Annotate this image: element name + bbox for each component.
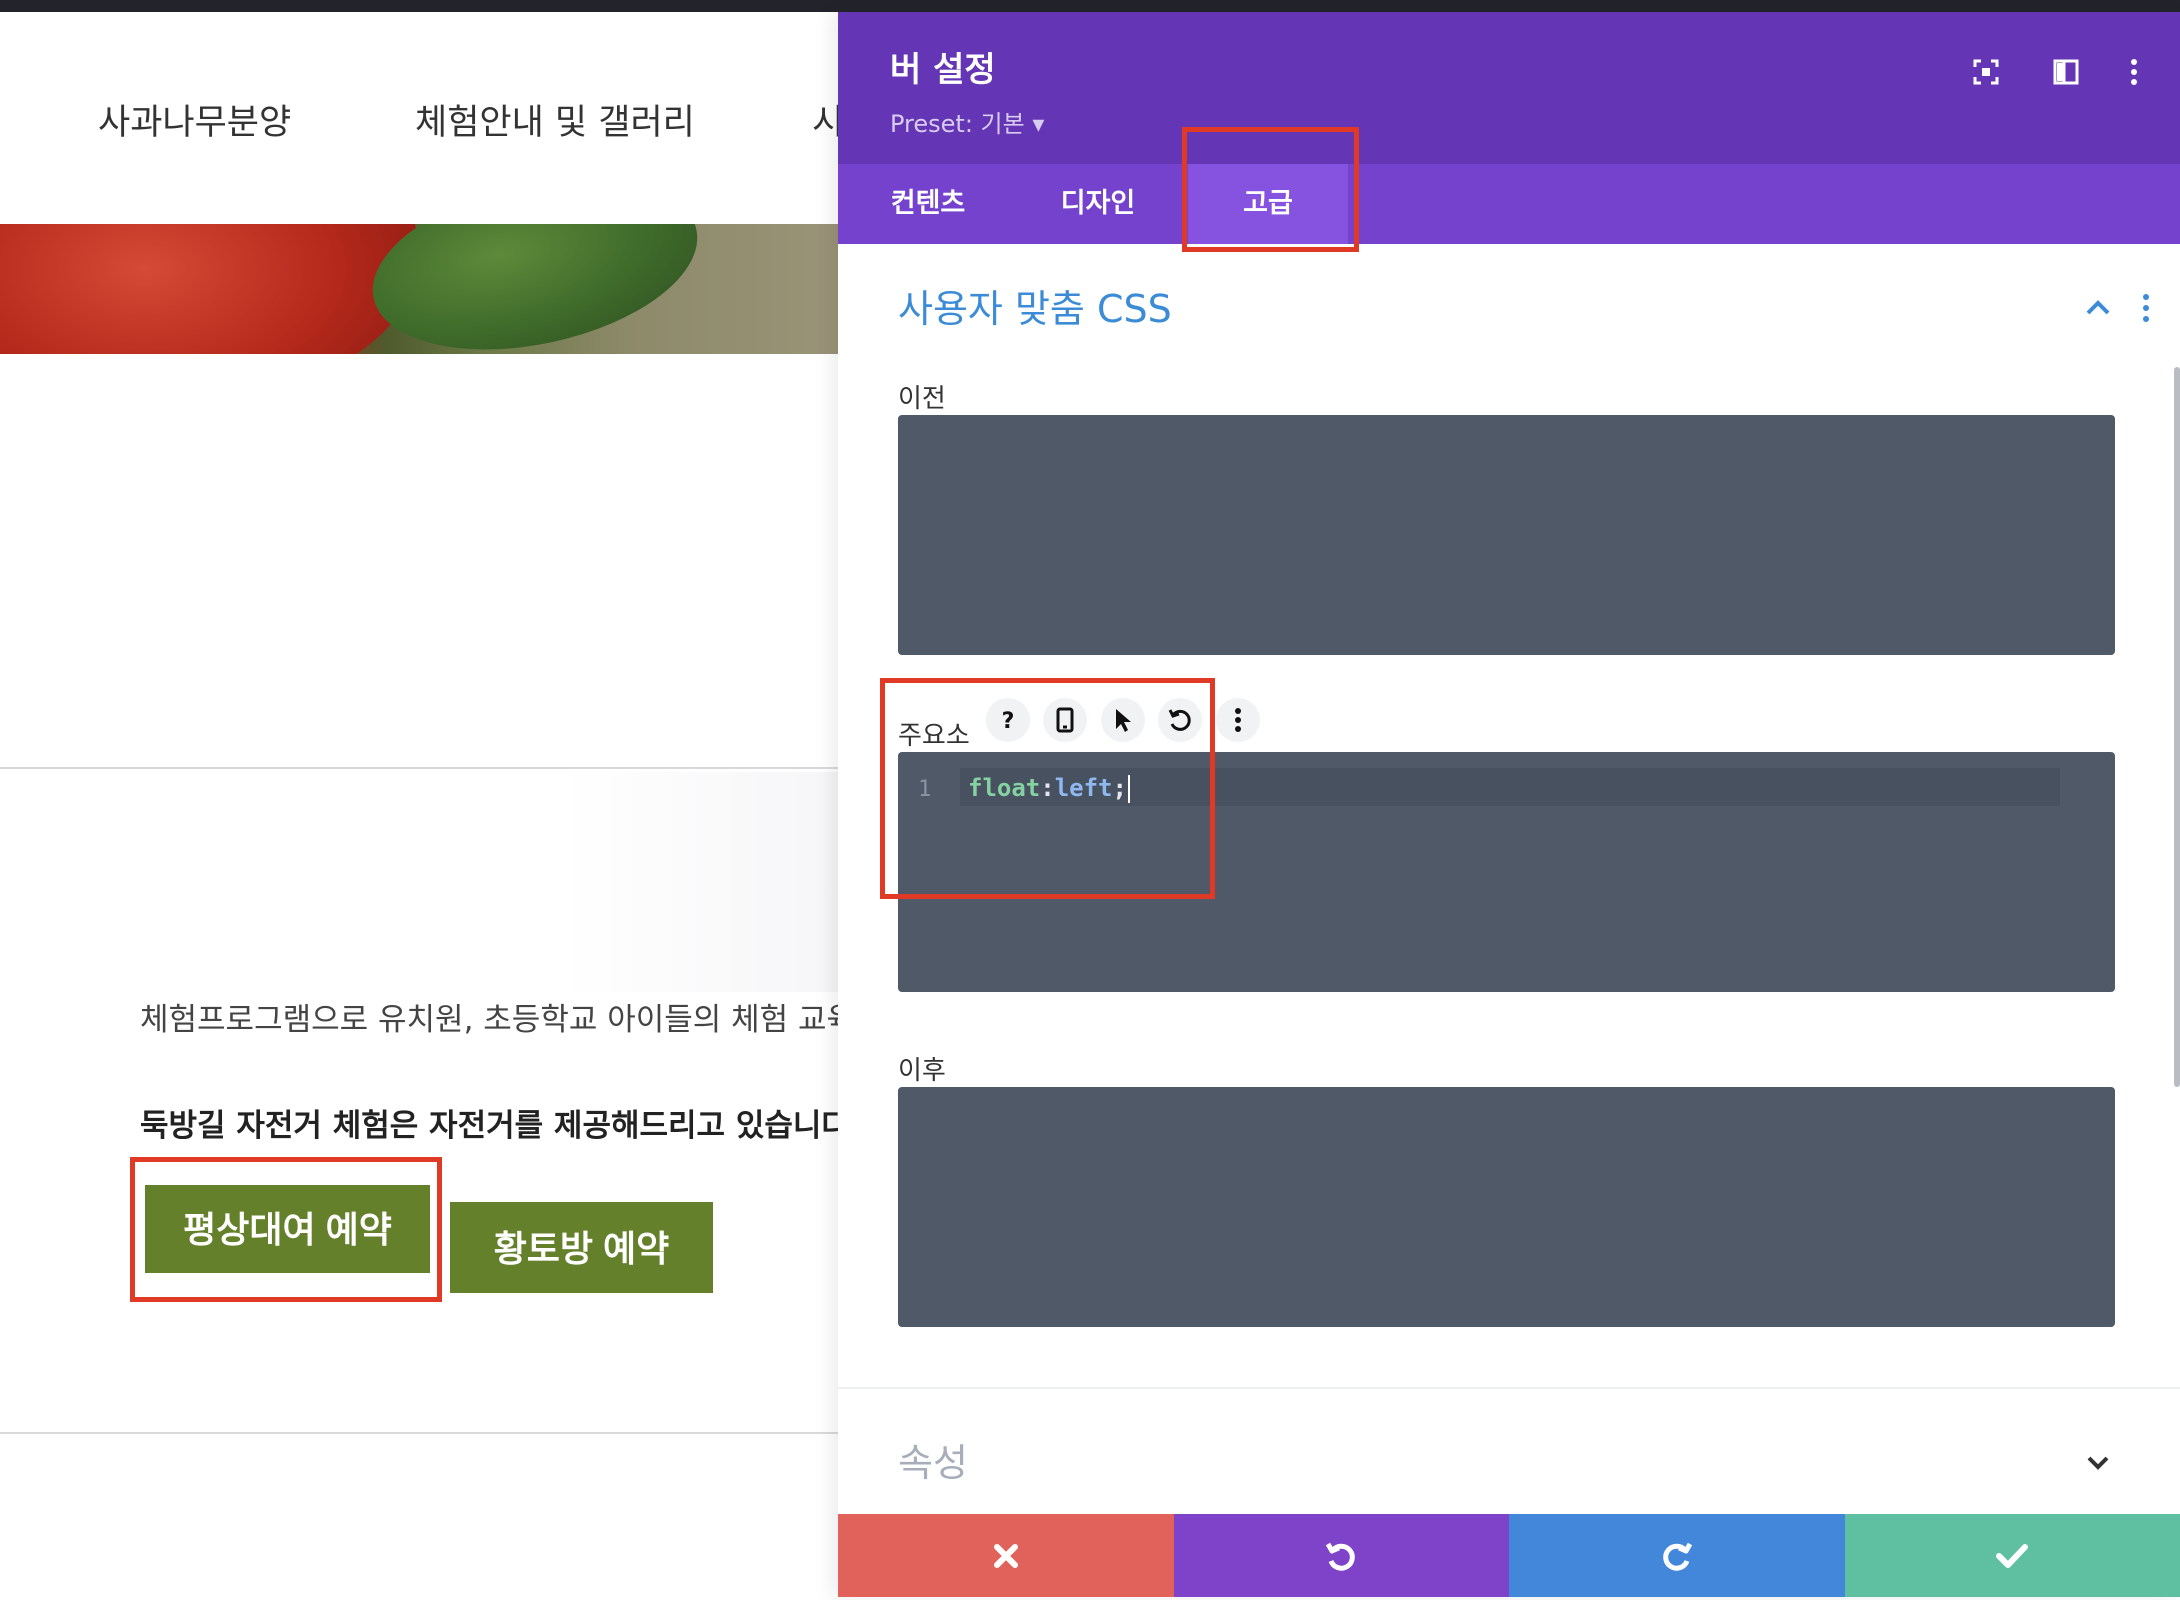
css-property: float <box>968 774 1041 802</box>
tab-advanced[interactable]: 고급 <box>1188 164 1348 244</box>
divider-line <box>0 1432 840 1434</box>
sidebar-layout-icon[interactable] <box>2046 52 2086 92</box>
intro-paragraph: 체험프로그램으로 유치원, 초등학교 아이들의 체험 교육 <box>140 1002 840 1038</box>
text-cursor <box>1127 775 1130 803</box>
nav-item-truncated[interactable]: 시 <box>812 94 840 145</box>
css-code-line[interactable]: float:left; <box>968 774 1130 803</box>
main-element-label: 주요소 <box>898 721 970 751</box>
browser-top-bar <box>0 0 2180 12</box>
settings-panel: 버 설정 Preset: 기본 ▾ 컨텐츠 디자인 고급 사용자 맞춤 CSS … <box>838 12 2180 1597</box>
panel-title: 버 설정 <box>890 50 996 90</box>
section-title-custom-css[interactable]: 사용자 맞춤 CSS <box>898 278 1172 333</box>
section-title-attributes[interactable]: 속성 <box>898 1432 968 1487</box>
after-css-editor[interactable] <box>898 1087 2115 1327</box>
page-preview: 사과나무분양 체험안내 및 갤러리 시 체험프로그램으로 유치원, 초등학교 아… <box>0 12 840 1600</box>
section-divider <box>838 1387 2180 1389</box>
divider-line <box>0 767 840 769</box>
field-more-icon[interactable] <box>1216 698 1260 742</box>
panel-tabs: 컨텐츠 디자인 고급 <box>838 164 2180 244</box>
panel-header: 버 설정 Preset: 기본 ▾ <box>838 12 2180 164</box>
tab-content[interactable]: 컨텐츠 <box>858 164 998 244</box>
redo-icon <box>1662 1542 1692 1571</box>
hover-pointer-icon[interactable] <box>1101 698 1145 742</box>
after-label: 이후 <box>898 1056 946 1086</box>
hero-image-apple <box>0 224 840 354</box>
tab-design[interactable]: 디자인 <box>1028 164 1168 244</box>
redo-button[interactable] <box>1509 1514 1845 1597</box>
help-icon[interactable]: ? <box>986 698 1030 742</box>
cancel-button[interactable] <box>838 1514 1174 1597</box>
pyeongsang-reservation-button[interactable]: 평상대여 예약 <box>145 1185 430 1273</box>
css-value: left <box>1054 774 1113 802</box>
chevron-down-icon[interactable] <box>2078 1442 2118 1482</box>
panel-footer <box>838 1514 2180 1597</box>
before-css-editor[interactable] <box>898 415 2115 655</box>
nav-item-experience-gallery[interactable]: 체험안내 및 갤러리 <box>415 94 695 145</box>
undo-icon <box>1326 1542 1356 1571</box>
content-card-edge <box>560 772 838 992</box>
hwangtobang-reservation-button[interactable]: 황토방 예약 <box>450 1202 713 1293</box>
css-semicolon: ; <box>1112 774 1127 802</box>
fullscreen-icon[interactable] <box>1966 52 2006 92</box>
svg-text:?: ? <box>1002 709 1015 732</box>
main-element-css-editor[interactable]: 1 float:left; <box>898 752 2115 992</box>
preset-dropdown[interactable]: Preset: 기본 ▾ <box>890 104 1044 139</box>
undo-button[interactable] <box>1173 1514 1509 1597</box>
bike-paragraph: 둑방길 자전거 체험은 자전거를 제공해드리고 있습니다 <box>140 1108 840 1144</box>
reset-icon[interactable] <box>1158 698 1202 742</box>
section-more-icon[interactable] <box>2134 288 2158 328</box>
panel-scrollbar[interactable] <box>2174 367 2180 1087</box>
apple-shape <box>0 224 420 354</box>
save-button[interactable] <box>1844 1514 2180 1597</box>
before-label: 이전 <box>898 384 946 414</box>
line-number: 1 <box>918 777 932 802</box>
site-navigation: 사과나무분양 체험안내 및 갤러리 시 <box>0 12 840 224</box>
more-vertical-icon[interactable] <box>2114 52 2154 92</box>
nav-item-apple-tree[interactable]: 사과나무분양 <box>98 94 291 145</box>
check-icon <box>1996 1543 2029 1568</box>
responsive-mobile-icon[interactable] <box>1043 698 1087 742</box>
css-colon: : <box>1040 774 1055 802</box>
leaf-shape <box>356 224 714 354</box>
chevron-up-icon[interactable] <box>2078 288 2118 328</box>
close-icon <box>993 1543 1018 1568</box>
